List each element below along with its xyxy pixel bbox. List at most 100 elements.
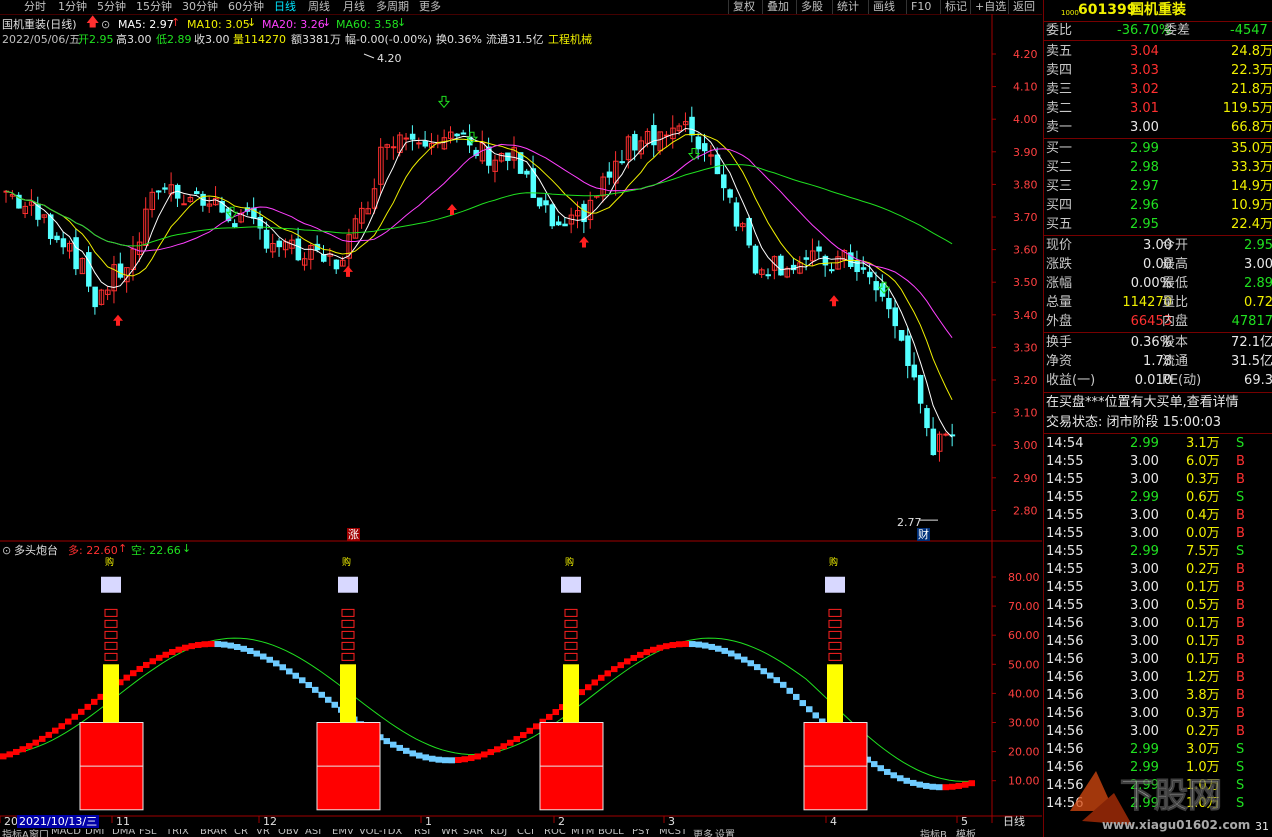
indicator-tab-20[interactable]: MTM (571, 829, 594, 837)
indicator-tab-19[interactable]: ROC (544, 829, 566, 837)
stat-label: 总量 (1046, 295, 1073, 310)
bid-volume: 22.4万 (1231, 217, 1272, 232)
x-axis-label: 2 (558, 815, 565, 828)
indicator-tab-11[interactable]: ASI (305, 829, 321, 837)
indicator-tab-right-1[interactable]: 模板 (956, 829, 976, 837)
period-tab-1[interactable]: 1分钟 (58, 0, 87, 14)
candle-body (536, 197, 543, 207)
period-tab-0[interactable]: 分时 (24, 0, 46, 14)
indicator-tab-24[interactable]: 更多 (693, 829, 713, 837)
tick-time: 14:56 (1046, 616, 1084, 631)
tick-time: 14:55 (1046, 544, 1084, 559)
toolbar-button-5[interactable]: F10 (906, 0, 935, 14)
tick-price: 3.00 (1130, 526, 1159, 541)
indicator-tab-4[interactable]: DMA (112, 829, 135, 837)
tick-side: B (1236, 526, 1245, 541)
toolbar-button-8[interactable]: 返回 (1008, 0, 1039, 14)
toolbar-button-1[interactable]: 叠加 (762, 0, 793, 14)
indicator-step (650, 646, 657, 653)
indicator-step (305, 682, 312, 689)
indicator-name[interactable]: 多头炮台 (14, 544, 58, 557)
ma20-arrow-icon: ↓ (322, 16, 332, 29)
toolbar-button-7[interactable]: +自选 (970, 0, 1010, 14)
status-row: 交易状态: 闭市阶段 15:00:03 (1044, 414, 1272, 432)
stat-value-2: 3.00 (1244, 257, 1272, 272)
bid-row: 买五 2.95 22.4万 (1044, 216, 1272, 234)
indicator-step (942, 784, 949, 791)
indicator-tab-9[interactable]: VR (256, 829, 270, 837)
chart-area[interactable]: 4.20 4.10 4.00 3.90 3.80 3.70 3.60 3.50 3.40 3.30… (0, 14, 1042, 837)
price-tick-label: 3.80 (1013, 178, 1038, 191)
stat-label: 涨跌 (1046, 257, 1073, 272)
tick-time: 14:55 (1046, 598, 1084, 613)
indicator-tab-5[interactable]: FSL (139, 829, 157, 837)
indicator-tab-10[interactable]: OBV (278, 829, 299, 837)
period-tab-6[interactable]: 日线 (274, 0, 296, 14)
candle-body (911, 364, 918, 378)
indicator-step (6, 751, 13, 758)
stat2-label: 换手 (1046, 335, 1073, 350)
indicator-tab-16[interactable]: SAR (463, 829, 483, 837)
indicator-tab-7[interactable]: BRAR (200, 829, 227, 837)
indicator-tick-label: 60.00 (1008, 629, 1040, 642)
period-tab-7[interactable]: 周线 (308, 0, 330, 14)
indicator-settings-icon[interactable]: ⊙ (2, 544, 11, 557)
indicator-step (403, 747, 410, 754)
indicator-tab-8[interactable]: CR (234, 829, 248, 837)
ask-row: 卖四 3.03 22.3万 (1044, 62, 1272, 80)
info-close: 收3.00 (194, 33, 230, 46)
indicator-tab-13[interactable]: VOL-TDX (359, 829, 402, 837)
toolbar-button-2[interactable]: 多股 (796, 0, 827, 14)
notice-text[interactable]: 在买盘***位置有大买单,查看详情 (1046, 394, 1239, 412)
toolbar-button-0[interactable]: 复权 (728, 0, 759, 14)
period-tab-8[interactable]: 月线 (343, 0, 365, 14)
period-tab-9[interactable]: 多周期 (376, 0, 409, 14)
cannon-ring (104, 652, 118, 661)
indicator-tab-23[interactable]: MCST (659, 829, 687, 837)
weicha-label: 委差 (1164, 23, 1191, 38)
indicator-step (143, 661, 150, 668)
toolbar-button-4[interactable]: 画线 (868, 0, 899, 14)
indicator-tab-21[interactable]: BOLL (598, 829, 624, 837)
period-tab-5[interactable]: 60分钟 (228, 0, 264, 14)
tick-volume: 0.1万 (1186, 634, 1220, 649)
period-tab-2[interactable]: 5分钟 (97, 0, 126, 14)
notice-row[interactable]: 在买盘***位置有大买单,查看详情 (1044, 394, 1272, 412)
indicator-tab-18[interactable]: CCI (517, 829, 534, 837)
settings-circle-icon[interactable]: ⊙ (101, 18, 110, 31)
indicator-tab-12[interactable]: EMV (332, 829, 354, 837)
indicator-step (39, 735, 46, 742)
period-label[interactable]: 日线 (1003, 815, 1025, 828)
candle-body (517, 152, 524, 174)
period-tab-4[interactable]: 30分钟 (182, 0, 218, 14)
candle-body (524, 170, 530, 175)
tick-row: 14:55 3.00 0.5万 B (1044, 597, 1272, 615)
indicator-tab-right-0[interactable]: 指标B (920, 829, 947, 837)
toolbar-button-3[interactable]: 统计 (832, 0, 863, 14)
indicator-tab-0[interactable]: 指标A (2, 829, 29, 837)
limit-up-marker[interactable]: 涨 (347, 528, 360, 541)
indicator-step (312, 686, 319, 693)
indicator-step (968, 780, 975, 787)
info-sector[interactable]: 工程机械 (548, 33, 592, 46)
toolbar-button-6[interactable]: 标记 (940, 0, 971, 14)
indicator-step (513, 736, 520, 743)
period-tab-3[interactable]: 15分钟 (136, 0, 172, 14)
candle-body (92, 286, 98, 308)
indicator-tab-17[interactable]: KDJ (490, 829, 507, 837)
indicator-tab-25[interactable]: 设置 (715, 829, 735, 837)
period-tab-10[interactable]: 更多 (419, 0, 441, 14)
candle-body (422, 140, 429, 147)
indicator-tab-15[interactable]: WR (441, 829, 458, 837)
indicator-tab-3[interactable]: DMI (85, 829, 104, 837)
indicator-tab-1[interactable]: 窗口 (29, 829, 49, 837)
finance-marker[interactable]: 财 (917, 528, 930, 541)
indicator-step (786, 687, 793, 694)
indicator-step (266, 656, 273, 663)
indicator-tab-6[interactable]: TRIX (166, 829, 189, 837)
tick-row: 14:56 2.99 3.0万 S (1044, 741, 1272, 759)
indicator-tab-14[interactable]: RSI (414, 829, 430, 837)
indicator-tab-2[interactable]: MACD (51, 829, 81, 837)
stat2-row: 收益(一) 0.010 PE(动) 69.3 (1044, 372, 1272, 390)
indicator-tab-22[interactable]: PSY (632, 829, 651, 837)
